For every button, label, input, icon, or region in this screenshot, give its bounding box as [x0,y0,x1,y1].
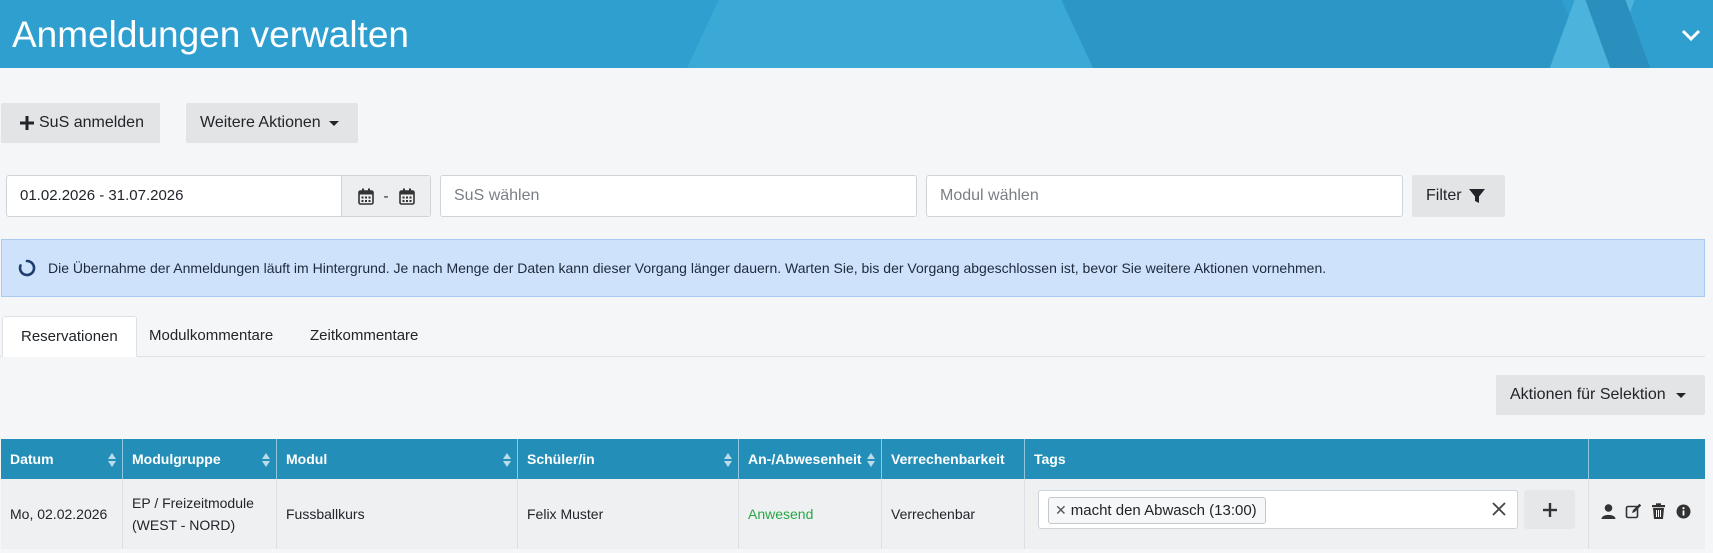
cell-datum: Mo, 02.02.2026 [1,479,123,549]
filter-label: Filter [1426,187,1462,204]
tag-label: macht den Abwasch (13:00) [1070,502,1257,519]
chevron-down-icon[interactable] [1680,27,1702,43]
sus-anmelden-button[interactable]: SuS anmelden [1,103,160,143]
sus-anmelden-label: SuS anmelden [39,114,144,131]
info-icon[interactable] [1675,503,1692,520]
add-tag-button[interactable] [1524,490,1575,529]
tags-input[interactable]: ✕ macht den Abwasch (13:00) [1038,490,1518,529]
sort-icon[interactable] [261,452,271,468]
column-header-tags: Tags [1025,439,1589,479]
filter-button[interactable]: Filter [1412,175,1505,217]
info-alert: Die Übernahme der Anmeldungen läuft im H… [1,239,1705,297]
sort-icon[interactable] [866,452,876,468]
sort-icon[interactable] [502,452,512,468]
sort-icon[interactable] [107,452,117,468]
column-header-actions [1589,439,1705,479]
page-header: Anmeldungen verwalten [0,0,1713,68]
clear-icon[interactable] [1491,501,1507,517]
cell-verrechenbarkeit: Verrechenbar [882,479,1025,549]
aktionen-selektion-button[interactable]: Aktionen für Selektion [1496,375,1705,415]
page-title: Anmeldungen verwalten [12,14,409,55]
sus-select[interactable]: SuS wählen [440,175,917,217]
date-separator: - [383,187,389,205]
date-range-picker[interactable]: 01.02.2026 - 31.07.2026 - [6,175,431,217]
caret-down-icon [1675,392,1686,398]
column-header-anwesenheit[interactable]: An-/Abwesenheit [739,439,882,479]
tab-reservationen[interactable]: Reservationen [2,316,137,357]
date-addon[interactable]: - [342,176,430,216]
tab-modulkommentare[interactable]: Modulkommentare [131,316,291,357]
trash-icon[interactable] [1650,503,1667,520]
cell-modul: Fussballkurs [277,479,518,549]
plus-icon [20,116,34,130]
cell-anwesenheit: Anwesend [739,479,882,549]
table-header: Datum Modulgruppe Modul Schüler/in An-/A… [1,439,1705,479]
edit-icon[interactable] [1625,503,1642,520]
aktionen-selektion-label: Aktionen für Selektion [1510,386,1666,403]
column-header-modulgruppe[interactable]: Modulgruppe [123,439,277,479]
sort-icon[interactable] [723,452,733,468]
calendar-icon[interactable] [398,188,415,205]
column-header-schueler[interactable]: Schüler/in [518,439,739,479]
user-icon[interactable] [1600,503,1617,520]
modul-select[interactable]: Modul wählen [926,175,1403,217]
cell-schueler: Felix Muster [518,479,739,549]
column-header-verrechenbarkeit: Verrechenbarkeit [882,439,1025,479]
filter-icon [1468,189,1485,203]
cell-modulgruppe: EP / Freizeitmodule (WEST - NORD) [123,479,277,549]
tab-bar: Reservationen Modulkommentare Zeitkommen… [0,316,1705,357]
weitere-aktionen-label: Weitere Aktionen [200,114,321,131]
date-range-input[interactable]: 01.02.2026 - 31.07.2026 [7,176,342,216]
caret-down-icon [328,120,339,126]
weitere-aktionen-button[interactable]: Weitere Aktionen [186,103,358,143]
column-header-datum[interactable]: Datum [1,439,123,479]
tag-chip: ✕ macht den Abwasch (13:00) [1048,497,1266,524]
remove-tag-icon[interactable]: ✕ [1055,502,1067,519]
alert-text: Die Übernahme der Anmeldungen läuft im H… [48,260,1327,276]
calendar-icon[interactable] [357,188,374,205]
row-actions [1600,503,1692,520]
tab-zeitkommentare[interactable]: Zeitkommentare [292,316,436,357]
column-header-modul[interactable]: Modul [277,439,518,479]
plus-icon [1542,502,1557,517]
spinner-icon [18,259,36,277]
